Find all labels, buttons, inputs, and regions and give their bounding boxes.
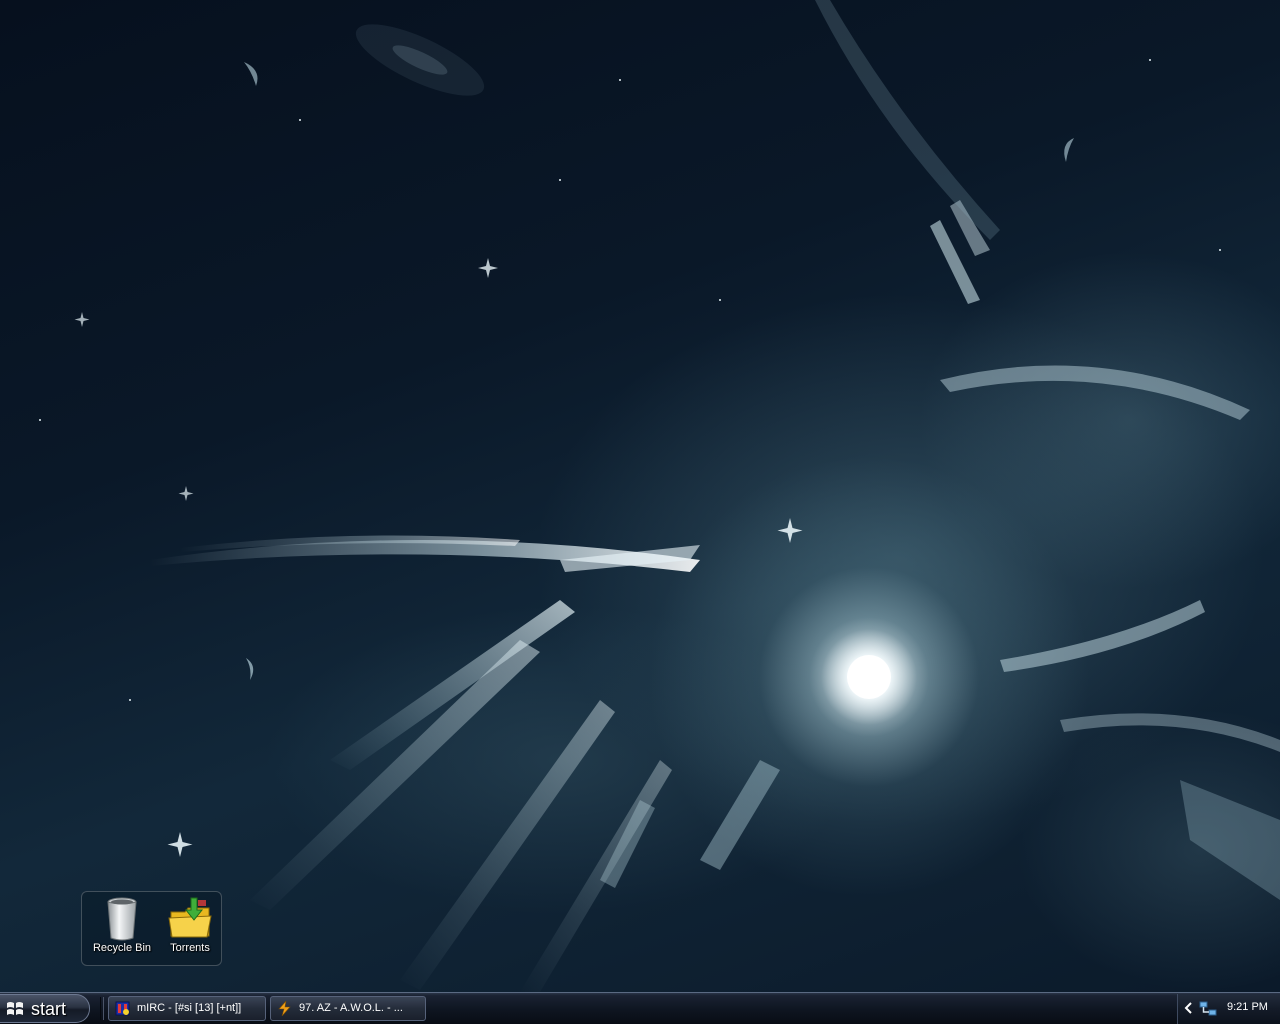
folder-download-icon [168,897,212,938]
system-tray: 9:21 PM [1177,994,1280,1024]
desktop-icon-label: Recycle Bin [92,942,152,954]
windows-logo-icon [7,1002,23,1015]
desktop-icon-group: Recycle Bin Torrents [81,891,222,966]
taskbar-button-winamp[interactable]: 97. AZ - A.W.O.L. - ... [270,996,426,1021]
mirc-icon [115,1001,130,1016]
desktop-icon-torrents[interactable]: Torrents [156,896,224,962]
desktop-icon-recycle-bin[interactable]: Recycle Bin [88,896,156,962]
winamp-icon [278,1001,291,1016]
desktop-icon-label: Torrents [170,942,210,954]
taskbar-button-label: mIRC - [#si [13] [+nt]] [137,1002,242,1014]
recycle-bin-icon [107,897,137,941]
taskbar: start mIRC - [#si [13] [+nt]] 97. AZ - A… [0,992,1280,1024]
wallpaper-artwork [39,0,1280,992]
desktop[interactable]: Recycle Bin Torrents [0,0,1280,992]
taskbar-button-mirc[interactable]: mIRC - [#si [13] [+nt]] [108,996,266,1021]
taskbar-separator [100,997,104,1020]
tray-clock[interactable]: 9:21 PM [1227,1001,1268,1013]
start-button[interactable]: start [0,994,90,1023]
taskbar-button-label: 97. AZ - A.W.O.L. - ... [299,1002,403,1014]
start-label: start [31,999,67,1019]
show-hidden-chevron-icon[interactable] [1183,1001,1195,1015]
network-icon[interactable] [1199,1000,1217,1018]
